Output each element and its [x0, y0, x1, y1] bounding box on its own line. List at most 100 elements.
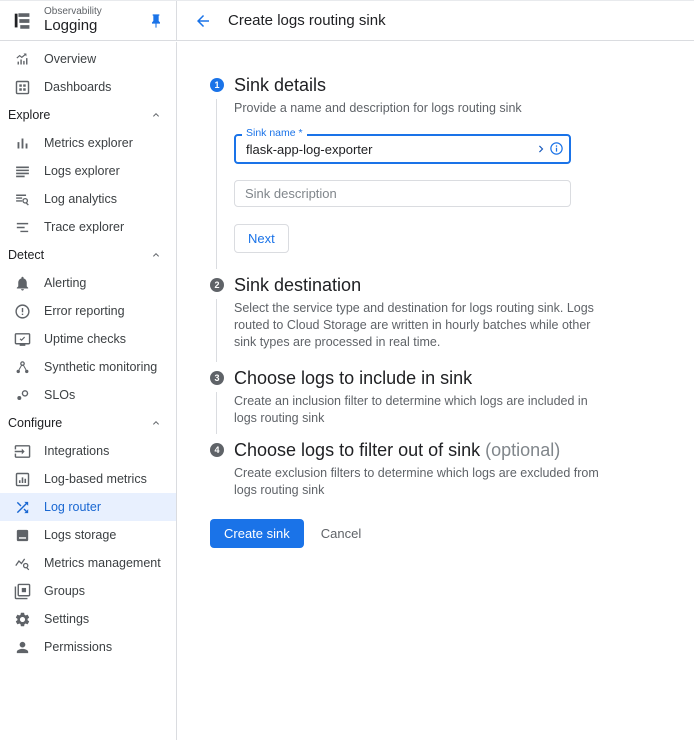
sidebar-item-log-based-metrics[interactable]: Log-based metrics	[0, 465, 176, 493]
person-icon	[14, 639, 31, 656]
sidebar-item-label: Log analytics	[44, 192, 117, 206]
sidebar-item-permissions[interactable]: Permissions	[0, 633, 176, 661]
metrics-box-icon	[14, 471, 31, 488]
step-number-badge: 4	[210, 443, 224, 457]
shuffle-icon	[14, 499, 31, 516]
sidebar-item-uptime-checks[interactable]: Uptime checks	[0, 325, 176, 353]
bell-icon	[14, 275, 31, 292]
step-description: Create exclusion filters to determine wh…	[234, 465, 599, 499]
chevron-up-icon	[150, 109, 162, 121]
insights-icon	[14, 51, 31, 68]
step-include-logs: 3 Choose logs to include in sink Create …	[194, 367, 694, 439]
sidebar-item-label: Synthetic monitoring	[44, 360, 157, 374]
sidebar-item-alerting[interactable]: Alerting	[0, 269, 176, 297]
section-label: Explore	[8, 108, 50, 122]
sidebar-item-overview[interactable]: Overview	[0, 45, 176, 73]
step-title-text: Choose logs to filter out of sink	[234, 440, 480, 460]
step-number-badge: 2	[210, 278, 224, 292]
sidebar-item-label: Overview	[44, 52, 96, 66]
step-title: Choose logs to include in sink	[234, 367, 694, 390]
step-description: Provide a name and description for logs …	[234, 100, 599, 117]
sidebar-item-metrics-management[interactable]: Metrics management	[0, 549, 176, 577]
sidebar-item-label: Alerting	[44, 276, 86, 290]
sidebar-nav: Overview Dashboards Explore Metrics expl…	[0, 42, 177, 740]
sidebar-item-log-router[interactable]: Log router	[0, 493, 176, 521]
sink-name-label: Sink name *	[242, 128, 307, 139]
step-title: Choose logs to filter out of sink (optio…	[234, 439, 694, 462]
info-icon[interactable]	[549, 141, 564, 156]
step-number-badge: 1	[210, 78, 224, 92]
sidebar-item-logs-storage[interactable]: Logs storage	[0, 521, 176, 549]
back-button[interactable]	[192, 10, 214, 32]
sink-name-field: Sink name *	[234, 134, 571, 164]
section-label: Detect	[8, 248, 44, 262]
product-name: Logging	[44, 18, 102, 35]
field-trailing-icons	[534, 141, 564, 156]
step-connector-line	[216, 392, 217, 434]
logging-logo-icon	[12, 10, 34, 32]
error-outline-icon	[14, 303, 31, 320]
gear-icon	[14, 611, 31, 628]
step-description: Create an inclusion filter to determine …	[234, 393, 599, 427]
pin-button[interactable]	[146, 11, 166, 31]
chevron-up-icon	[150, 417, 162, 429]
chevron-up-icon	[150, 249, 162, 261]
network-nodes-icon	[14, 359, 31, 376]
product-label: Observability	[44, 6, 102, 17]
step-title: Sink destination	[234, 274, 694, 297]
chevron-right-icon	[534, 142, 548, 156]
trace-icon	[14, 219, 31, 236]
sidebar-item-trace-explorer[interactable]: Trace explorer	[0, 213, 176, 241]
sidebar-section-detect[interactable]: Detect	[0, 241, 176, 269]
sidebar-item-slos[interactable]: SLOs	[0, 381, 176, 409]
create-sink-button[interactable]: Create sink	[210, 519, 304, 548]
sidebar-item-groups[interactable]: Groups	[0, 577, 176, 605]
sidebar-item-metrics-explorer[interactable]: Metrics explorer	[0, 129, 176, 157]
sidebar-item-label: Trace explorer	[44, 220, 124, 234]
page-header: Create logs routing sink	[177, 1, 694, 40]
sidebar-item-label: Settings	[44, 612, 89, 626]
step-connector-line	[216, 99, 217, 269]
sidebar-item-error-reporting[interactable]: Error reporting	[0, 297, 176, 325]
sidebar-section-explore[interactable]: Explore	[0, 101, 176, 129]
sidebar-item-label: Groups	[44, 584, 85, 598]
step-number-badge: 3	[210, 371, 224, 385]
storage-icon	[14, 527, 31, 544]
step-title: Sink details	[234, 74, 694, 97]
sidebar-item-dashboards[interactable]: Dashboards	[0, 73, 176, 101]
step-sink-details: 1 Sink details Provide a name and descri…	[194, 74, 694, 274]
sidebar-item-label: Logs storage	[44, 528, 116, 542]
section-label: Configure	[8, 416, 62, 430]
sidebar-item-label: Metrics explorer	[44, 136, 133, 150]
sidebar-item-log-analytics[interactable]: Log analytics	[0, 185, 176, 213]
sidebar-item-label: Log-based metrics	[44, 472, 147, 486]
sidebar-item-synthetic-monitoring[interactable]: Synthetic monitoring	[0, 353, 176, 381]
sidebar-item-label: SLOs	[44, 388, 75, 402]
integration-arrow-icon	[14, 443, 31, 460]
step-description: Select the service type and destination …	[234, 300, 599, 351]
sidebar-item-logs-explorer[interactable]: Logs explorer	[0, 157, 176, 185]
sidebar-item-label: Dashboards	[44, 80, 111, 94]
step-connector-line	[216, 299, 217, 362]
form-actions: Create sink Cancel	[194, 519, 694, 548]
sidebar-item-label: Error reporting	[44, 304, 125, 318]
page-title: Create logs routing sink	[228, 12, 386, 29]
sidebar-item-integrations[interactable]: Integrations	[0, 437, 176, 465]
metrics-search-icon	[14, 555, 31, 572]
pushpin-icon	[148, 13, 164, 29]
monitor-check-icon	[14, 331, 31, 348]
sidebar-item-label: Metrics management	[44, 556, 161, 570]
create-sink-form: 1 Sink details Provide a name and descri…	[178, 42, 694, 740]
sidebar-item-label: Integrations	[44, 444, 109, 458]
step-sink-destination: 2 Sink destination Select the service ty…	[194, 274, 694, 367]
cancel-button[interactable]: Cancel	[321, 526, 361, 541]
sink-description-input[interactable]	[234, 180, 571, 207]
sidebar-item-label: Permissions	[44, 640, 112, 654]
sidebar-item-label: Logs explorer	[44, 164, 120, 178]
sidebar-section-configure[interactable]: Configure	[0, 409, 176, 437]
sidebar-item-settings[interactable]: Settings	[0, 605, 176, 633]
sidebar-item-label: Uptime checks	[44, 332, 126, 346]
next-button[interactable]: Next	[234, 224, 289, 253]
top-bar: Observability Logging Create logs routin…	[0, 1, 694, 41]
stacked-squares-icon	[14, 583, 31, 600]
